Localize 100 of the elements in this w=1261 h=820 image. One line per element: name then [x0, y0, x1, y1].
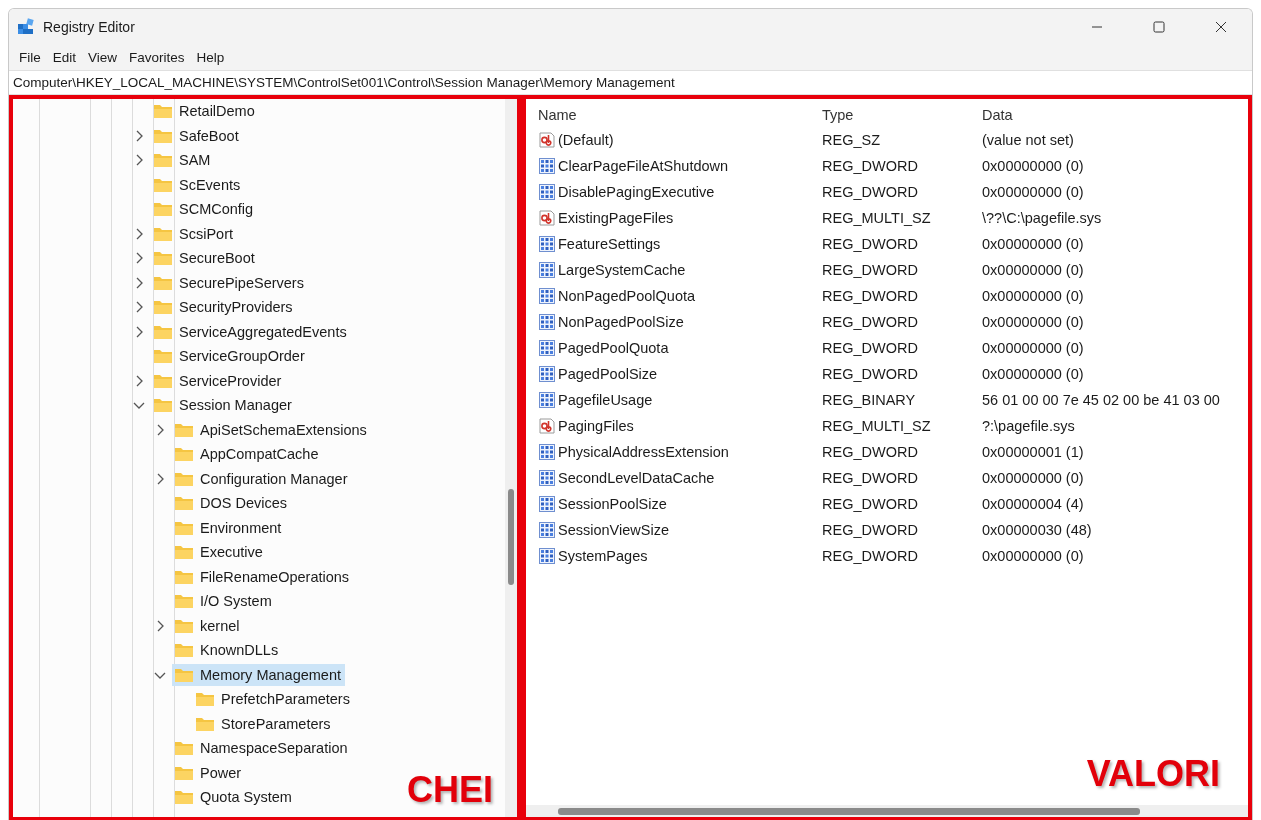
- binary-value-icon: [538, 391, 556, 409]
- binary-value-icon: [538, 521, 556, 539]
- value-type: REG_SZ: [822, 132, 881, 148]
- folder-icon: [174, 789, 194, 806]
- registry-app-icon: [17, 18, 35, 36]
- value-name[interactable]: PagingFiles: [558, 418, 634, 434]
- tree-item[interactable]: Quota System: [172, 786, 296, 809]
- value-data: 56 01 00 00 7e 45 02 00 be 41 03 00: [982, 392, 1221, 408]
- maximize-icon: [1153, 21, 1165, 33]
- value-data: 0x00000000 (0): [982, 158, 1085, 174]
- menu-item[interactable]: File: [13, 47, 47, 68]
- value-name[interactable]: ExistingPageFiles: [558, 210, 674, 226]
- value-name[interactable]: NonPagedPoolSize: [558, 314, 684, 330]
- window-title: Registry Editor: [43, 19, 136, 35]
- value-name[interactable]: SystemPages: [558, 548, 648, 564]
- tree-item[interactable]: Executive: [172, 541, 267, 564]
- annotation-label: VALORI: [1086, 753, 1220, 795]
- binary-value-icon: [538, 495, 556, 513]
- value-type: REG_DWORD: [822, 444, 919, 460]
- menu-item[interactable]: Help: [190, 47, 231, 68]
- column-header[interactable]: Name: [538, 107, 822, 123]
- folder-icon: [153, 348, 173, 365]
- value-type: REG_DWORD: [822, 522, 919, 538]
- value-name[interactable]: NonPagedPoolQuota: [558, 288, 696, 304]
- binary-value-icon: [538, 443, 556, 461]
- tree-item[interactable]: RetailDemo: [151, 100, 259, 123]
- tree-item[interactable]: AppCompatCache: [172, 443, 323, 466]
- folder-icon: [153, 299, 173, 316]
- binary-value-icon: [538, 339, 556, 357]
- folder-icon: [174, 495, 194, 512]
- tree-item[interactable]: Session Manager: [151, 394, 296, 417]
- value-name[interactable]: FeatureSettings: [558, 236, 661, 252]
- folder-icon: [153, 397, 173, 414]
- value-type: REG_DWORD: [822, 158, 919, 174]
- tree-item[interactable]: ServiceAggregatedEvents: [151, 320, 351, 343]
- tree-item[interactable]: KnownDLLs: [172, 639, 283, 662]
- address-bar[interactable]: Computer\HKEY_LOCAL_MACHINE\SYSTEM\ControlSet001\Control\Session Manager\Memory Management: [9, 70, 1252, 95]
- menu-item[interactable]: View: [82, 47, 124, 68]
- column-header[interactable]: Type: [822, 107, 982, 123]
- tree-item[interactable]: PrefetchParameters: [193, 688, 354, 711]
- tree-item[interactable]: SCMConfig: [151, 198, 258, 221]
- folder-icon: [153, 127, 173, 144]
- value-name[interactable]: ClearPageFileAtShutdown: [558, 158, 729, 174]
- folder-icon: [174, 446, 194, 463]
- tree-item[interactable]: Memory Management: [172, 663, 346, 686]
- folder-icon: [153, 176, 173, 193]
- tree-item[interactable]: ServiceProvider: [151, 369, 286, 392]
- value-data: 0x00000000 (0): [982, 470, 1085, 486]
- string-value-icon: [538, 417, 556, 435]
- tree-item[interactable]: Configuration Manager: [172, 467, 352, 490]
- folder-icon: [174, 666, 194, 683]
- folder-icon: [153, 250, 173, 267]
- value-type: REG_MULTI_SZ: [822, 210, 932, 226]
- tree-item[interactable]: NamespaceSeparation: [172, 737, 352, 760]
- binary-value-icon: [538, 469, 556, 487]
- binary-value-icon: [538, 183, 556, 201]
- column-header[interactable]: Data: [982, 107, 1248, 123]
- value-name[interactable]: LargeSystemCache: [558, 262, 686, 278]
- vertical-scrollbar[interactable]: [505, 99, 517, 817]
- folder-icon: [174, 519, 194, 536]
- value-data: 0x00000000 (0): [982, 366, 1085, 382]
- binary-value-icon: [538, 287, 556, 305]
- tree-item[interactable]: Power: [172, 761, 246, 784]
- value-name[interactable]: PagefileUsage: [558, 392, 653, 408]
- tree-item[interactable]: DOS Devices: [172, 492, 292, 515]
- value-name[interactable]: (Default): [558, 132, 614, 148]
- folder-icon: [174, 593, 194, 610]
- tree-item[interactable]: ApiSetSchemaExtensions: [172, 418, 371, 441]
- tree-item[interactable]: ServiceGroupOrder: [151, 345, 309, 368]
- value-name[interactable]: SessionViewSize: [558, 522, 669, 538]
- horizontal-scrollbar[interactable]: [526, 805, 1248, 817]
- tree-item[interactable]: I/O System: [172, 590, 276, 613]
- tree-item[interactable]: ScEvents: [151, 173, 245, 196]
- value-name[interactable]: PagedPoolQuota: [558, 340, 669, 356]
- value-type: REG_DWORD: [822, 236, 919, 252]
- tree-item[interactable]: ScsiPort: [151, 222, 237, 245]
- value-data: 0x00000000 (0): [982, 262, 1085, 278]
- value-name[interactable]: SecondLevelDataCache: [558, 470, 715, 486]
- menu-item[interactable]: Edit: [46, 47, 83, 68]
- tree-item[interactable]: SafeBoot: [151, 124, 243, 147]
- tree-item[interactable]: SAM: [151, 149, 215, 172]
- tree-item[interactable]: FileRenameOperations: [172, 565, 354, 588]
- tree-item[interactable]: kernel: [172, 614, 244, 637]
- folder-icon: [153, 201, 173, 218]
- value-name[interactable]: DisablePagingExecutive: [558, 184, 715, 200]
- folder-icon: [174, 544, 194, 561]
- value-type: REG_BINARY: [822, 392, 917, 408]
- tree-item[interactable]: SecureBoot: [151, 247, 259, 270]
- tree-item[interactable]: StoreParameters: [193, 712, 335, 735]
- value-data: 0x00000000 (0): [982, 314, 1085, 330]
- value-data: 0x00000000 (0): [982, 340, 1085, 356]
- tree-item[interactable]: SecurityProviders: [151, 296, 297, 319]
- tree-item[interactable]: Environment: [172, 516, 286, 539]
- value-type: REG_MULTI_SZ: [822, 418, 932, 434]
- value-name[interactable]: SessionPoolSize: [558, 496, 667, 512]
- menu-item[interactable]: Favorites: [123, 47, 191, 68]
- value-name[interactable]: PagedPoolSize: [558, 366, 658, 382]
- tree-item[interactable]: SecurePipeServers: [151, 271, 308, 294]
- value-name[interactable]: PhysicalAddressExtension: [558, 444, 729, 460]
- value-type: REG_DWORD: [822, 288, 919, 304]
